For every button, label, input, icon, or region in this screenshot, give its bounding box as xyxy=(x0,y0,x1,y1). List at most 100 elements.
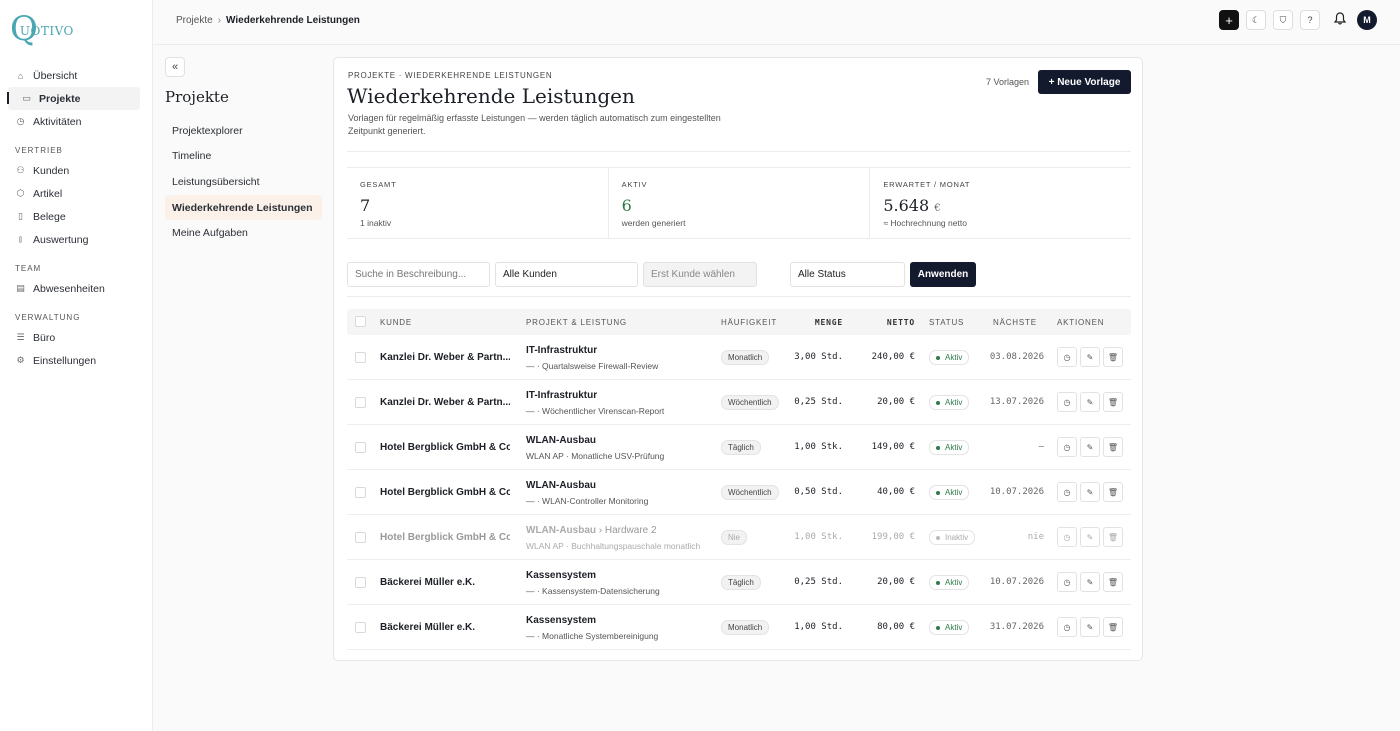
row-checkbox[interactable] xyxy=(355,577,366,588)
apply-filter-button[interactable]: Anwenden xyxy=(910,262,976,287)
project-name[interactable]: IT-Infrastruktur xyxy=(526,390,597,401)
subnav-item[interactable]: Leistungsübersicht xyxy=(165,169,322,194)
customer-name[interactable]: Kanzlei Dr. Weber & Partn... xyxy=(380,352,510,363)
history-icon[interactable]: ◷ xyxy=(1057,392,1077,412)
project-select[interactable]: Erst Kunde wählen xyxy=(643,262,757,287)
table-row[interactable]: Kanzlei Dr. Weber & Partn... IT-Infrastru… xyxy=(347,335,1131,380)
project-name[interactable]: Kassensystem xyxy=(526,615,596,626)
row-actions: ◷ ✎ 🗑 xyxy=(1057,527,1123,547)
edit-icon[interactable]: ✎ xyxy=(1080,392,1100,412)
users-icon: ⚇ xyxy=(16,165,25,175)
history-icon[interactable]: ◷ xyxy=(1057,572,1077,592)
status-select[interactable]: Alle Status xyxy=(790,262,905,287)
table-row[interactable]: Hotel Bergblick GmbH & Co... WLAN-Ausbau … xyxy=(347,515,1131,560)
logo[interactable]: Q UOTIVO xyxy=(10,12,74,46)
header-projekt[interactable]: PROJEKT & LEISTUNG xyxy=(526,318,627,327)
header-status[interactable]: STATUS xyxy=(929,318,964,327)
project-name[interactable]: Kassensystem xyxy=(526,570,596,581)
topbar: Projekte › Wiederkehrende Leistungen + ☾ ⛉… xyxy=(153,0,1400,45)
header-naechste[interactable]: NÄCHSTE xyxy=(993,318,1037,327)
table-row[interactable]: Kanzlei Dr. Weber & Partn... IT-Infrastru… xyxy=(347,380,1131,425)
customer-name[interactable]: Hotel Bergblick GmbH & Co... xyxy=(380,487,510,498)
row-checkbox[interactable] xyxy=(355,442,366,453)
sidebar-item-label: Artikel xyxy=(33,187,63,200)
trash-icon[interactable]: 🗑 xyxy=(1103,482,1123,502)
subnav-item[interactable]: Projektexplorer xyxy=(165,118,322,143)
customer-name[interactable]: Kanzlei Dr. Weber & Partn... xyxy=(380,397,510,408)
sidebar-item-aktivitäten[interactable]: ◷ Aktivitäten xyxy=(0,110,153,133)
row-checkbox[interactable] xyxy=(355,487,366,498)
service-description: — · Monatliche Systembereinigung xyxy=(526,631,659,641)
history-icon[interactable]: ◷ xyxy=(1057,617,1077,637)
history-icon[interactable]: ◷ xyxy=(1057,437,1077,457)
user-avatar[interactable]: M xyxy=(1357,10,1377,30)
table-row[interactable]: Hotel Bergblick GmbH & Co... WLAN-Ausbau W… xyxy=(347,425,1131,470)
header-freq[interactable]: HÄUFIGKEIT xyxy=(721,318,777,327)
security-button[interactable]: ⛉ xyxy=(1273,10,1293,30)
bell-icon[interactable] xyxy=(1333,12,1347,28)
status-dot xyxy=(936,400,940,405)
history-icon[interactable]: ◷ xyxy=(1057,482,1077,502)
customer-name[interactable]: Bäckerei Müller e.K. xyxy=(380,622,510,633)
trash-icon[interactable]: 🗑 xyxy=(1103,527,1123,547)
table-row[interactable]: Hotel Bergblick GmbH & Co... WLAN-Ausbau —… xyxy=(347,470,1131,515)
row-actions: ◷ ✎ 🗑 xyxy=(1057,482,1123,502)
edit-icon[interactable]: ✎ xyxy=(1080,437,1100,457)
sidebar-item-auswertung[interactable]: ⫾ Auswertung xyxy=(0,228,153,251)
subnav-item[interactable]: Timeline xyxy=(165,144,322,169)
sidebar-item-einstellungen[interactable]: ⚙ Einstellungen xyxy=(0,349,153,372)
customer-name[interactable]: Hotel Bergblick GmbH & Co... xyxy=(380,442,510,453)
edit-icon[interactable]: ✎ xyxy=(1080,347,1100,367)
help-button[interactable]: ? xyxy=(1300,10,1320,30)
sidebar-item-label: Einstellungen xyxy=(33,354,97,367)
header-netto[interactable]: NETTO xyxy=(887,318,915,327)
trash-icon[interactable]: 🗑 xyxy=(1103,347,1123,367)
trash-icon[interactable]: 🗑 xyxy=(1103,617,1123,637)
subnav-item[interactable]: Meine Aufgaben xyxy=(165,221,322,246)
status-label: Aktiv xyxy=(945,623,963,632)
edit-icon[interactable]: ✎ xyxy=(1080,527,1100,547)
edit-icon[interactable]: ✎ xyxy=(1080,572,1100,592)
main-card: PROJEKTE · WIEDERKEHRENDE LEISTUNGEN Wie… xyxy=(333,57,1143,661)
row-checkbox[interactable] xyxy=(355,397,366,408)
collapse-subnav-button[interactable]: « xyxy=(165,57,185,77)
row-checkbox[interactable] xyxy=(355,532,366,543)
sidebar-item-büro[interactable]: ☰ Büro xyxy=(0,326,153,349)
customer-name[interactable]: Bäckerei Müller e.K. xyxy=(380,577,510,588)
project-name[interactable]: WLAN-Ausbau › Hardware 2 xyxy=(526,525,657,536)
trash-icon[interactable]: 🗑 xyxy=(1103,392,1123,412)
sidebar-item-artikel[interactable]: ⬡ Artikel xyxy=(0,182,153,205)
project-name[interactable]: WLAN-Ausbau xyxy=(526,435,596,446)
sidebar-item-kunden[interactable]: ⚇ Kunden xyxy=(0,159,153,182)
trash-icon[interactable]: 🗑 xyxy=(1103,572,1123,592)
project-name[interactable]: IT-Infrastruktur xyxy=(526,345,597,356)
customer-name[interactable]: Hotel Bergblick GmbH & Co... xyxy=(380,532,510,543)
edit-icon[interactable]: ✎ xyxy=(1080,482,1100,502)
sidebar-item-abwesenheiten[interactable]: ▤ Abwesenheiten xyxy=(0,277,153,300)
table-row[interactable]: Bäckerei Müller e.K. Kassensystem — · Mona… xyxy=(347,605,1131,650)
select-all-checkbox[interactable] xyxy=(355,316,366,327)
history-icon[interactable]: ◷ xyxy=(1057,347,1077,367)
sidebar-item-projekte[interactable]: ▭ Projekte xyxy=(7,87,140,110)
edit-icon[interactable]: ✎ xyxy=(1080,617,1100,637)
history-icon[interactable]: ◷ xyxy=(1057,527,1077,547)
row-checkbox[interactable] xyxy=(355,352,366,363)
status-dot xyxy=(936,580,940,585)
sidebar-item-übersicht[interactable]: ⌂ Übersicht xyxy=(0,64,153,87)
table-header: KUNDE PROJEKT & LEISTUNG HÄUFIGKEIT MENG… xyxy=(347,309,1131,335)
table-row[interactable]: Bäckerei Müller e.K. Kassensystem — · Kass… xyxy=(347,560,1131,605)
add-button[interactable]: + xyxy=(1219,10,1239,30)
header-menge[interactable]: MENGE xyxy=(815,318,843,327)
search-input[interactable]: Suche in Beschreibung... xyxy=(347,262,490,287)
row-checkbox[interactable] xyxy=(355,622,366,633)
new-template-button[interactable]: + Neue Vorlage xyxy=(1038,70,1131,94)
subnav-item[interactable]: Wiederkehrende Leistungen xyxy=(165,195,322,221)
breadcrumb-projekte[interactable]: Projekte xyxy=(176,15,213,26)
sidebar-item-belege[interactable]: ▯ Belege xyxy=(0,205,153,228)
header-kunde[interactable]: KUNDE xyxy=(380,318,412,327)
trash-icon[interactable]: 🗑 xyxy=(1103,437,1123,457)
status-badge: Aktiv xyxy=(929,395,970,410)
customer-select[interactable]: Alle Kunden xyxy=(495,262,638,287)
theme-toggle-button[interactable]: ☾ xyxy=(1246,10,1266,30)
project-name[interactable]: WLAN-Ausbau xyxy=(526,480,596,491)
